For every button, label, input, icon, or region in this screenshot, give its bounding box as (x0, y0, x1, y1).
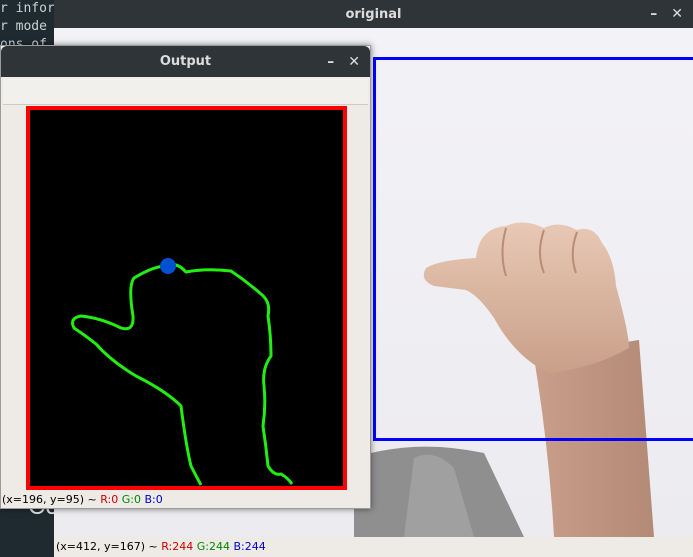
output-titlebar[interactable]: Output – ✕ (1, 46, 370, 77)
pixel-green: G:0 (121, 493, 141, 506)
output-window-title: Output (159, 54, 212, 69)
minimize-button[interactable]: – (650, 6, 657, 22)
fingertip-point (160, 258, 176, 274)
pixel-blue: B:0 (144, 493, 163, 506)
terminal-line: r infor (0, 1, 55, 16)
pixel-green: G:244 (196, 540, 230, 553)
output-border (26, 106, 347, 490)
output-status-bar: (x=196, y=95) ~ R:0 G:0 B:0 (2, 492, 367, 508)
output-toolbar (3, 78, 368, 105)
hand (423, 222, 629, 373)
original-titlebar[interactable]: original – ✕ (54, 0, 693, 28)
pixel-red: R:0 (100, 493, 119, 506)
close-button[interactable]: ✕ (671, 6, 683, 22)
minimize-button[interactable]: – (327, 54, 334, 70)
cursor-coords: (x=196, y=95) ~ (2, 493, 97, 506)
pixel-blue: B:244 (233, 540, 266, 553)
contour-image (26, 106, 347, 490)
output-window[interactable]: Output – ✕ (x=196, y=95) ~ R:0 G:0 B:0 (0, 45, 371, 509)
cursor-coords: (x=412, y=167) ~ (56, 540, 158, 553)
close-button[interactable]: ✕ (348, 54, 360, 70)
output-image[interactable] (26, 106, 347, 490)
pixel-red: R:244 (161, 540, 194, 553)
terminal-line: r mode (0, 19, 47, 34)
original-status-bar: (x=412, y=167) ~ R:244 G:244 B:244 (54, 537, 693, 557)
original-window-title: original (345, 6, 402, 22)
